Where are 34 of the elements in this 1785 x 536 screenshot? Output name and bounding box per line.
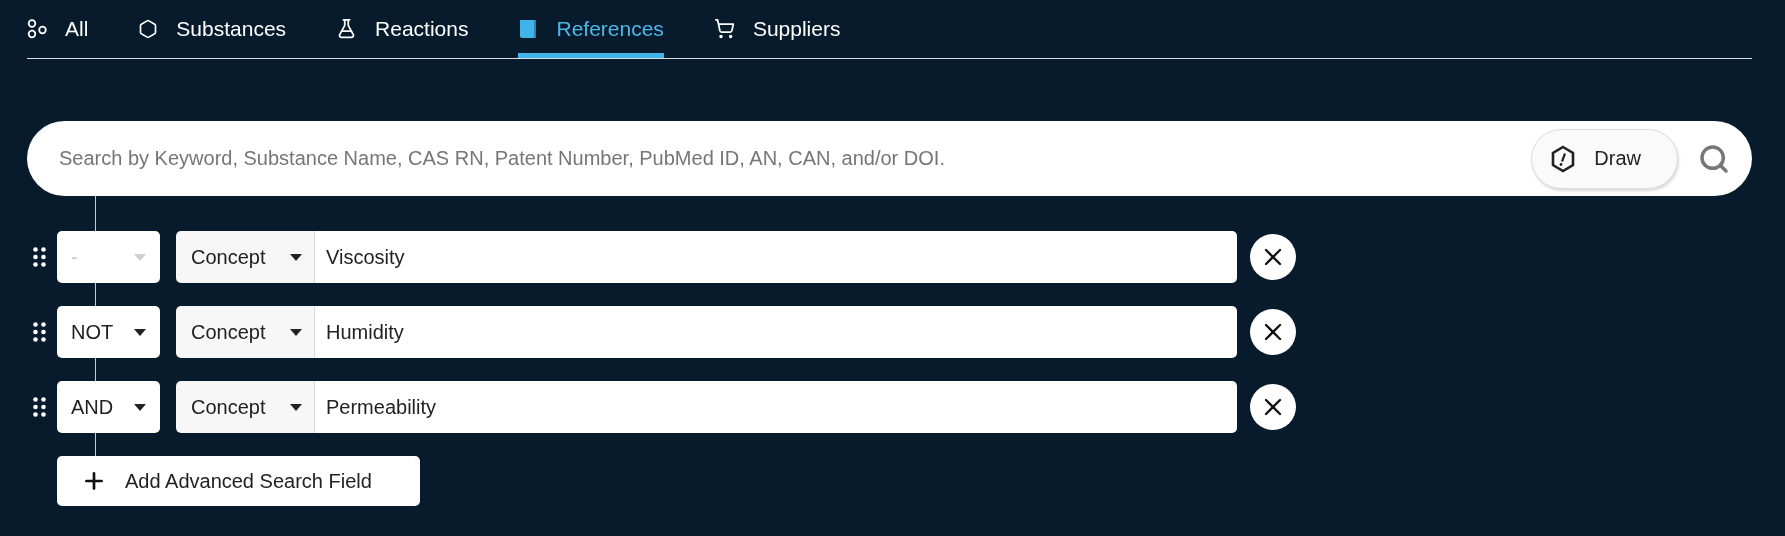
remove-button[interactable] — [1250, 234, 1296, 280]
search-field[interactable]: Search by Keyword, Substance Name, CAS RN, Patent Number, PubMed ID, AN, CAN, and/or DOI. Draw — [27, 121, 1752, 196]
term-field[interactable]: Permeability — [315, 381, 1237, 433]
category-tab[interactable]: Suppliers — [713, 0, 841, 58]
field-dropdown[interactable]: Concept — [176, 231, 315, 283]
term-field[interactable]: Humidity — [315, 306, 1237, 358]
search-icon[interactable] — [1698, 142, 1730, 175]
drag-handle-icon[interactable] — [33, 322, 46, 342]
category-tab[interactable]: References — [518, 0, 664, 58]
drag-handle-icon[interactable] — [33, 397, 46, 417]
category-tab[interactable]: Reactions — [336, 0, 469, 58]
caret-icon — [290, 328, 302, 336]
caret-icon — [290, 403, 302, 411]
operator-dropdown[interactable]: NOT — [57, 306, 160, 358]
caret-icon — [290, 253, 302, 261]
book-icon — [518, 17, 539, 40]
cart-icon — [713, 18, 735, 39]
operator-dropdown[interactable]: AND — [57, 381, 160, 433]
draw-button[interactable]: Draw — [1531, 128, 1678, 189]
remove-button[interactable] — [1250, 384, 1296, 430]
drag-handle-icon[interactable] — [33, 247, 46, 267]
field-dropdown[interactable]: Concept — [176, 381, 315, 433]
hexagon-pencil-icon — [1550, 144, 1577, 173]
hexagon-icon — [138, 18, 159, 39]
caret-icon — [134, 403, 146, 411]
caret-icon — [134, 328, 146, 336]
category-tab[interactable]: All — [27, 0, 89, 58]
remove-button[interactable] — [1250, 309, 1296, 355]
add-field-button[interactable]: Add Advanced Search Field — [57, 456, 420, 506]
category-tab[interactable]: Substances — [138, 0, 287, 58]
field-dropdown[interactable]: Concept — [176, 306, 315, 358]
circles-icon — [27, 18, 47, 39]
caret-icon — [134, 253, 146, 261]
term-field[interactable]: Viscosity — [315, 231, 1237, 283]
